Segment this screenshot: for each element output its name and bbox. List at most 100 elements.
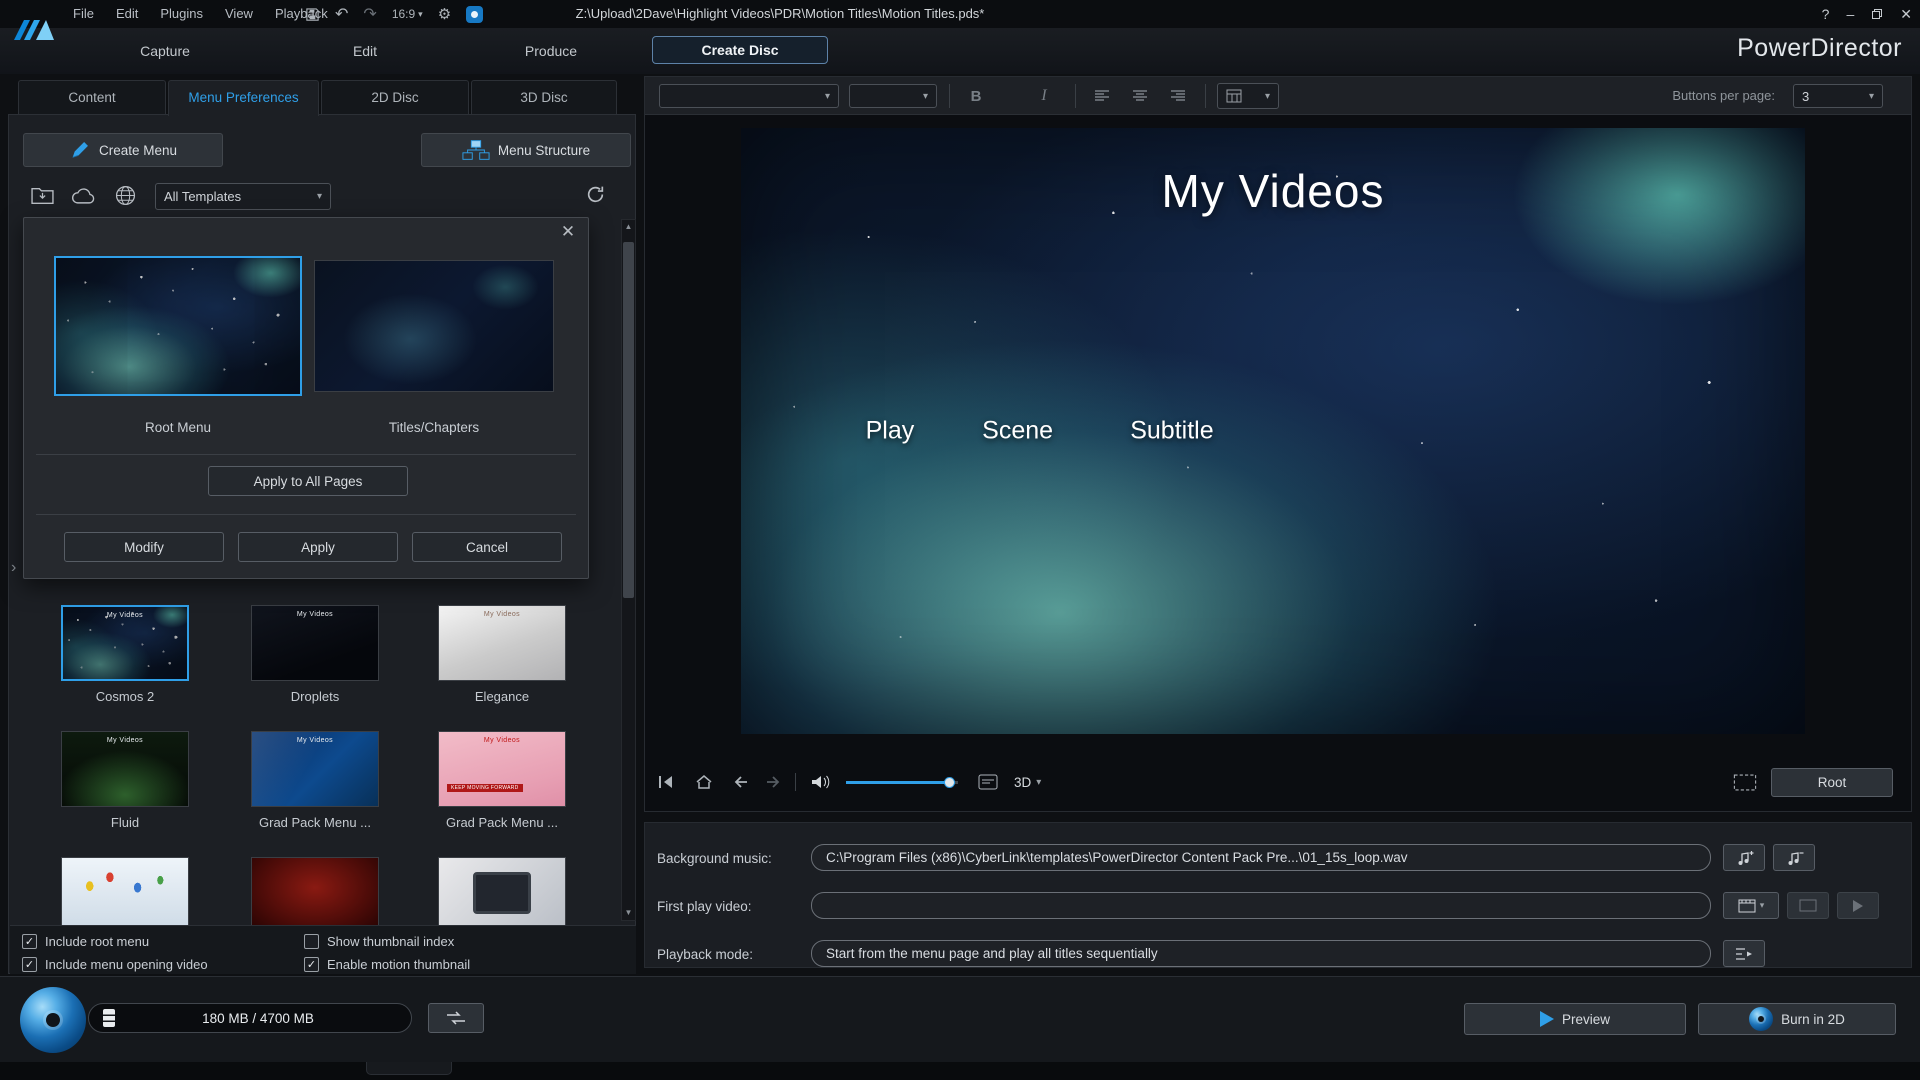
background-music-field[interactable]: C:\Program Files (x86)\CyberLink\templat…	[811, 844, 1711, 871]
aspect-ratio-selector[interactable]: 16:9 ▾	[392, 7, 423, 21]
modify-button[interactable]: Modify	[64, 532, 224, 562]
template-thumb[interactable]	[61, 857, 189, 933]
scrollbar-thumb[interactable]	[623, 242, 634, 598]
set-first-play-video-button[interactable]: ▾	[1723, 892, 1779, 919]
checkbox[interactable]	[22, 934, 37, 949]
globe-icon[interactable]	[115, 185, 136, 206]
menu-plugins[interactable]: Plugins	[149, 0, 214, 28]
template-thumb-grad-pack-2[interactable]: My Videos KEEP MOVING FORWARD	[438, 731, 566, 807]
mode-capture[interactable]: Capture	[100, 37, 230, 65]
burn-in-2d-button[interactable]: Burn in 2D	[1698, 1003, 1896, 1035]
redo-icon[interactable]: ↷	[363, 4, 376, 24]
playback-mode-options-button[interactable]	[1723, 940, 1765, 967]
titles-chapters-label: Titles/Chapters	[314, 420, 554, 435]
template-thumb-droplets[interactable]: My Videos	[251, 605, 379, 681]
tv-safe-zone-icon[interactable]	[1733, 774, 1757, 791]
mode-produce[interactable]: Produce	[486, 37, 616, 65]
tab-3d-disc[interactable]: 3D Disc	[471, 80, 617, 115]
apply-to-all-pages-button[interactable]: Apply to All Pages	[208, 466, 408, 496]
add-music-icon[interactable]	[1723, 844, 1765, 871]
menu-button-scene[interactable]: Scene	[982, 417, 1053, 446]
align-right-icon[interactable]	[1163, 82, 1193, 110]
titles-chapters-page-thumb[interactable]	[314, 260, 554, 392]
apply-button[interactable]: Apply	[238, 532, 398, 562]
font-family-dropdown[interactable]: ▾	[659, 84, 839, 108]
template-thumb-cosmos2[interactable]: My Videos	[61, 605, 189, 681]
template-thumb[interactable]	[251, 857, 379, 933]
3d-mode-dropdown[interactable]: 3D ▾	[1014, 775, 1041, 790]
align-left-icon[interactable]	[1087, 82, 1117, 110]
minimize-icon[interactable]: –	[1846, 6, 1854, 22]
button-layout-dropdown[interactable]: ▾	[1217, 83, 1279, 109]
italic-button[interactable]: I	[1029, 82, 1059, 110]
tab-2d-disc[interactable]: 2D Disc	[321, 80, 469, 115]
menu-view[interactable]: View	[214, 0, 264, 28]
preview-right-controls: Root	[1733, 763, 1893, 801]
import-template-icon[interactable]	[31, 185, 54, 205]
menu-edit[interactable]: Edit	[105, 0, 149, 28]
home-icon[interactable]	[695, 774, 713, 790]
mode-edit[interactable]: Edit	[300, 37, 430, 65]
menu-button-play[interactable]: Play	[866, 417, 915, 446]
option-include-root-menu[interactable]: Include root menu	[22, 932, 304, 951]
menu-button-subtitle[interactable]: Subtitle	[1130, 417, 1213, 446]
menu-structure-button[interactable]: Menu Structure	[421, 133, 631, 167]
remove-first-play-video-button[interactable]	[1787, 892, 1829, 919]
checkbox[interactable]	[304, 934, 319, 949]
capacity-text: 180 MB / 4700 MB	[115, 1011, 411, 1026]
collapse-handle[interactable]	[366, 1062, 452, 1075]
display-options-icon[interactable]	[978, 774, 998, 790]
volume-knob[interactable]	[944, 777, 955, 788]
close-icon[interactable]: ✕	[1900, 6, 1912, 23]
menu-file[interactable]: File	[62, 0, 105, 28]
next-icon[interactable]	[765, 775, 781, 789]
volume-icon[interactable]	[810, 774, 830, 790]
create-menu-button[interactable]: Create Menu	[23, 133, 223, 167]
skip-to-start-icon[interactable]	[657, 775, 675, 789]
root-menu-page-thumb[interactable]	[54, 256, 302, 396]
save-icon[interactable]	[305, 7, 320, 22]
buttons-per-page-dropdown[interactable]: 3 ▾	[1793, 84, 1883, 108]
template-thumb[interactable]	[438, 857, 566, 933]
remove-music-icon[interactable]	[1773, 844, 1815, 871]
align-center-icon[interactable]	[1125, 82, 1155, 110]
font-size-dropdown[interactable]: ▾	[849, 84, 937, 108]
switch-capacity-icon[interactable]	[428, 1003, 484, 1033]
checkbox[interactable]	[304, 957, 319, 972]
undo-icon[interactable]: ↶	[335, 4, 348, 24]
cancel-button[interactable]: Cancel	[412, 532, 562, 562]
refresh-icon[interactable]	[585, 184, 606, 205]
preview-button[interactable]: Preview	[1464, 1003, 1686, 1035]
template-thumb-elegance[interactable]: My Videos	[438, 605, 566, 681]
scroll-up-icon[interactable]: ▲	[622, 220, 635, 234]
mode-create-disc[interactable]: Create Disc	[652, 36, 828, 64]
help-icon[interactable]: ?	[1822, 6, 1830, 22]
previous-icon[interactable]	[733, 775, 749, 789]
bold-button[interactable]: B	[961, 82, 991, 110]
template-filter-dropdown[interactable]: All Templates ▾	[155, 183, 331, 210]
first-play-video-field[interactable]	[811, 892, 1711, 919]
collapse-panel-arrow-icon[interactable]: ›	[11, 559, 16, 577]
option-show-thumbnail-index[interactable]: Show thumbnail index	[304, 932, 624, 951]
scroll-down-icon[interactable]: ▼	[622, 906, 635, 920]
volume-slider[interactable]	[846, 781, 958, 784]
play-first-play-video-button[interactable]	[1837, 892, 1879, 919]
option-enable-motion-thumbnail[interactable]: Enable motion thumbnail	[304, 955, 624, 974]
restore-icon[interactable]	[1871, 8, 1883, 20]
menu-title-text[interactable]: My Videos	[1162, 164, 1385, 218]
gear-icon[interactable]: ⚙	[438, 5, 451, 23]
template-thumb-grad-pack-1[interactable]: My Videos	[251, 731, 379, 807]
popup-close-icon[interactable]: ✕	[558, 222, 578, 242]
cloud-icon[interactable]	[71, 188, 97, 205]
chevron-down-icon: ▾	[819, 91, 830, 102]
playback-mode-field[interactable]: Start from the menu page and play all ti…	[811, 940, 1711, 967]
template-scrollbar[interactable]: ▲ ▼	[621, 219, 636, 921]
template-thumb-fluid[interactable]: My Videos	[61, 731, 189, 807]
option-include-menu-opening-video[interactable]: Include menu opening video	[22, 955, 304, 974]
checkbox[interactable]	[22, 957, 37, 972]
menu-structure-icon	[462, 139, 490, 161]
thumb-title: My Videos	[63, 607, 187, 619]
tab-content[interactable]: Content	[18, 80, 166, 115]
root-button[interactable]: Root	[1771, 768, 1893, 797]
tab-menu-preferences[interactable]: Menu Preferences	[168, 80, 319, 116]
